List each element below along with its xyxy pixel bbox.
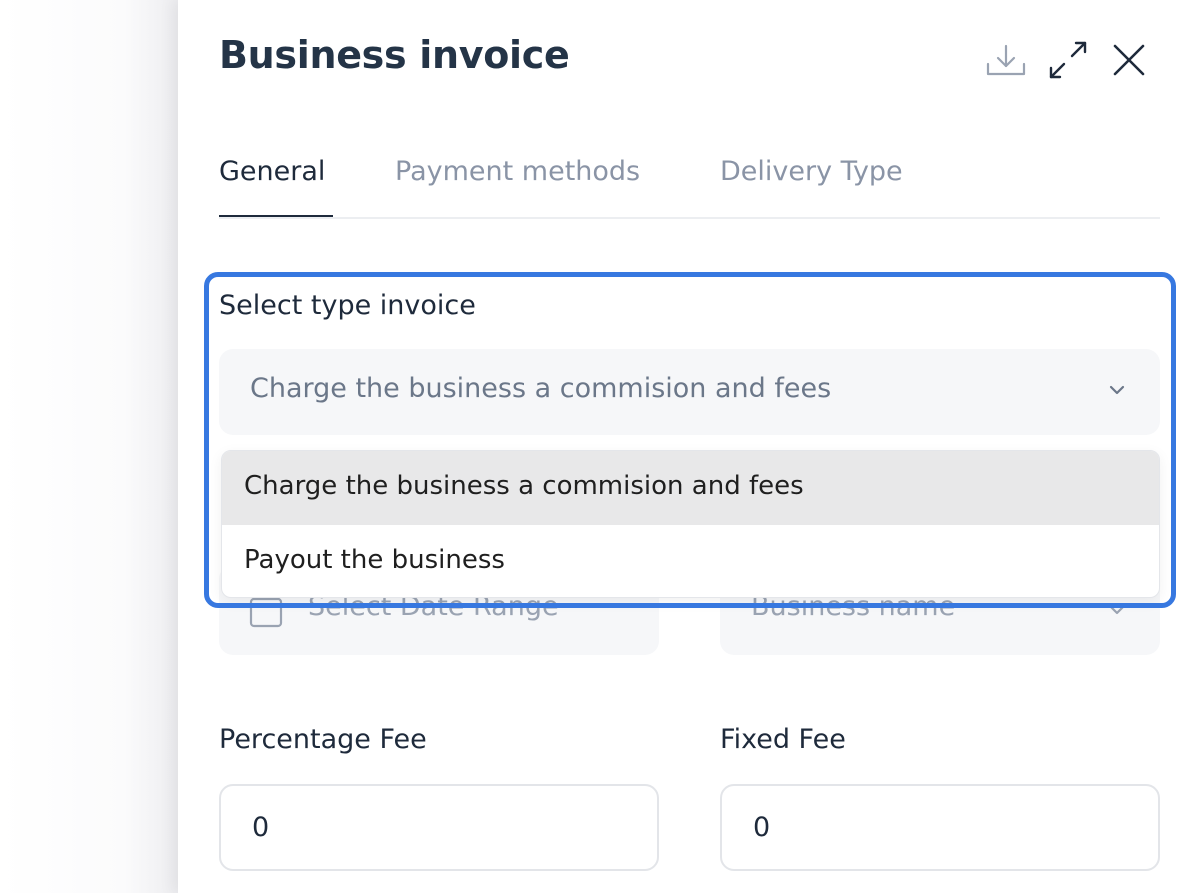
percentage-fee-label: Percentage Fee [219, 724, 427, 755]
invoice-panel: Business invoice General Payment methods… [178, 0, 1200, 893]
dropdown-option-payout[interactable]: Payout the business [222, 525, 1159, 597]
fixed-fee-label: Fixed Fee [720, 724, 846, 755]
expand-icon[interactable] [1044, 36, 1092, 84]
option-label: Charge the business a commision and fees [244, 471, 804, 501]
percentage-fee-input[interactable]: 0 [219, 784, 659, 871]
download-icon[interactable] [982, 36, 1030, 84]
dropdown-option-charge[interactable]: Charge the business a commision and fees [222, 451, 1159, 525]
close-icon[interactable] [1105, 36, 1153, 84]
invoice-type-select[interactable]: Charge the business a commision and fees [219, 349, 1160, 435]
invoice-type-value: Charge the business a commision and fees [250, 373, 832, 404]
calendar-icon [249, 597, 283, 628]
option-label: Payout the business [244, 545, 505, 575]
active-tab-indicator [219, 215, 333, 217]
invoice-type-label: Select type invoice [219, 290, 476, 321]
page-backdrop[interactable] [0, 0, 178, 893]
invoice-type-dropdown: Charge the business a commision and fees… [221, 450, 1160, 598]
tab-delivery-type[interactable]: Delivery Type [720, 156, 903, 187]
fixed-fee-input[interactable]: 0 [720, 784, 1160, 871]
percentage-fee-value: 0 [252, 812, 270, 843]
tab-payment-methods[interactable]: Payment methods [395, 156, 640, 187]
tab-bar: General Payment methods Delivery Type [219, 150, 1160, 219]
panel-title: Business invoice [219, 33, 570, 77]
fixed-fee-value: 0 [753, 812, 771, 843]
chevron-down-icon [1109, 605, 1125, 615]
chevron-down-icon [1109, 385, 1125, 395]
tab-general[interactable]: General [219, 156, 325, 187]
